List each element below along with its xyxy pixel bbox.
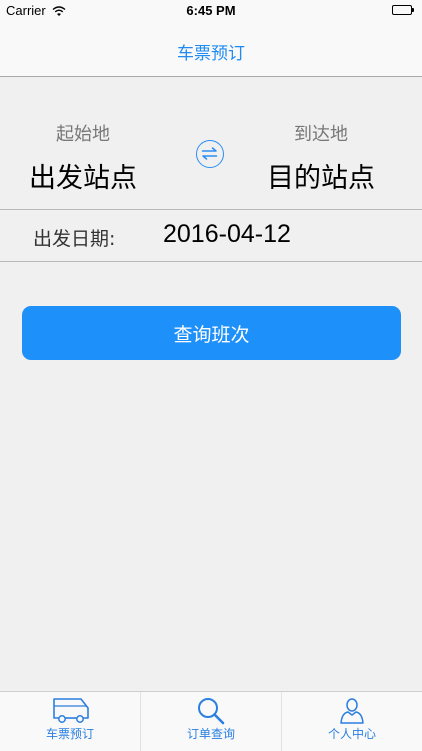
bus-icon [53,698,89,723]
route-selector: 起始地 出发站点 到达地 目的站点 [0,92,422,210]
tab-ticket-booking[interactable]: 车票预订 [0,692,140,751]
person-icon [340,698,364,724]
battery-icon [392,5,414,16]
tab-label: 个人中心 [327,727,376,741]
search-icon [198,698,225,725]
departure-date-row[interactable]: 出发日期: 2016-04-12 [0,210,422,262]
origin-label: 起始地 [56,124,110,145]
destination-label: 到达地 [294,124,348,145]
tab-label: 车票预订 [45,727,94,741]
departure-date-label: 出发日期: [33,228,116,250]
status-time: 6:45 PM [186,3,236,18]
tab-personal-center[interactable]: 个人中心 [281,692,422,751]
search-trips-button[interactable]: 查询班次 [22,306,401,360]
swap-stations-button[interactable] [196,140,224,168]
swap-arrows-icon [201,147,218,160]
destination-station-field[interactable]: 目的站点 [231,156,411,195]
origin-station-field[interactable]: 出发站点 [0,156,173,195]
tab-bar: 车票预订 订单查询 个人中心 [0,691,422,751]
departure-date-value[interactable]: 2016-04-12 [163,220,291,249]
tab-order-query[interactable]: 订单查询 [140,692,281,751]
navigation-bar: 车票预订 [0,22,422,77]
page-title: 车票预订 [177,44,245,64]
tab-label: 订单查询 [186,727,235,741]
status-bar: Carrier 6:45 PM [0,0,422,22]
